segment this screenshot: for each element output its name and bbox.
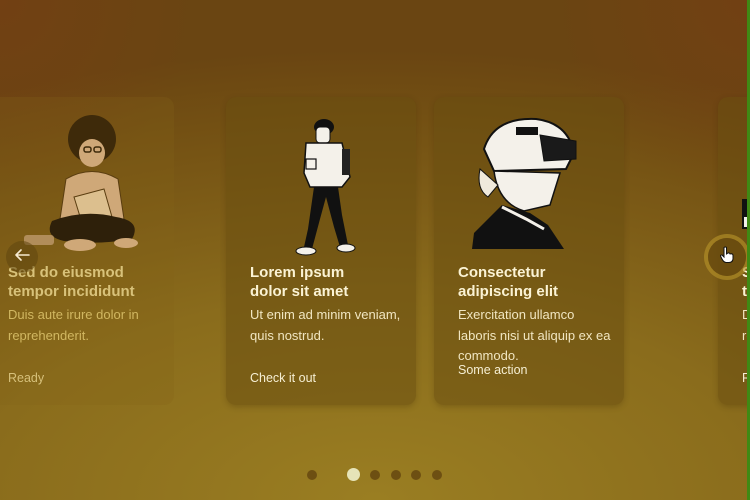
card-title-line: Lorem ipsum xyxy=(250,264,345,281)
person-walking-with-phone-illustration xyxy=(226,109,416,259)
card-title: Lorem ipsum dolor sit amet xyxy=(250,263,402,301)
person-reading-book-illustration xyxy=(0,109,174,259)
pagination-dot[interactable] xyxy=(307,470,317,480)
card-action-link[interactable]: Ready xyxy=(8,371,44,385)
previous-slide-button[interactable] xyxy=(6,241,38,273)
person-reading-book-illustration xyxy=(718,109,750,259)
pagination-dots xyxy=(0,468,750,482)
card-action-link[interactable]: Check it out xyxy=(250,371,316,385)
card-body: Duis aute irure dolor in reprehenderit. xyxy=(8,307,139,343)
card-body: Exercitation ullamco laboris nisi ut ali… xyxy=(458,307,611,363)
pagination-dot[interactable] xyxy=(432,470,442,480)
next-slide-button[interactable] xyxy=(708,238,746,276)
card-action-link[interactable]: Some action xyxy=(458,363,527,377)
card-title-line: dolor sit amet xyxy=(250,283,349,300)
card-body: Ut enim ad minim veniam, quis nostrud. xyxy=(250,307,401,343)
card-carousel: Sed do eiusmod tempor incididunt Duis au… xyxy=(0,0,750,500)
carousel-card: Consectetur adipiscing elit Exercitation… xyxy=(434,97,624,405)
carousel-card: Lorem ipsum dolor sit amet Ut enim ad mi… xyxy=(226,97,416,405)
pagination-dot[interactable] xyxy=(411,470,421,480)
card-title: Consectetur adipiscing elit xyxy=(458,263,610,301)
hand-pointer-cursor-icon xyxy=(719,246,735,269)
card-title-line: Consectetur xyxy=(458,264,546,281)
pagination-dot[interactable] xyxy=(391,470,401,480)
pagination-dot-active[interactable] xyxy=(347,468,360,481)
card-title-line: tempor incididunt xyxy=(8,283,135,300)
person-with-helmet-illustration xyxy=(434,109,624,259)
card-title-line: adipiscing elit xyxy=(458,283,559,300)
arrow-left-icon xyxy=(14,248,30,266)
pagination-dot[interactable] xyxy=(370,470,380,480)
